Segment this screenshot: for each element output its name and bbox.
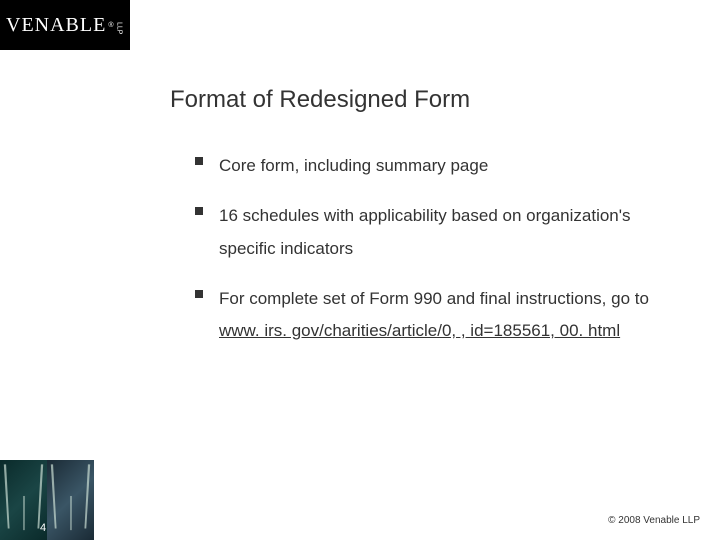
bullet-text: Core form, including summary page [219, 150, 488, 182]
list-item: 16 schedules with applicability based on… [195, 200, 680, 265]
logo-brand: VENABLE [6, 14, 106, 37]
slide-title: Format of Redesigned Form [170, 86, 470, 114]
bullet-icon [195, 157, 203, 165]
logo-bar: VENABLE ® LLP [0, 0, 130, 50]
footer-image [0, 460, 95, 540]
bullet-text: For complete set of Form 990 and final i… [219, 283, 680, 348]
bullet-link[interactable]: www. irs. gov/charities/article/0, , id=… [219, 321, 620, 340]
list-item: Core form, including summary page [195, 150, 680, 182]
copyright: © 2008 Venable LLP [608, 515, 700, 526]
bullet-text: 16 schedules with applicability based on… [219, 200, 680, 265]
page-number: 4 [40, 522, 46, 534]
bullet-icon [195, 207, 203, 215]
bullet-prefix: For complete set of Form 990 and final i… [219, 289, 649, 308]
bullet-list: Core form, including summary page 16 sch… [195, 150, 680, 365]
logo-registered: ® [108, 22, 113, 29]
bullet-icon [195, 290, 203, 298]
logo-suffix: LLP [116, 22, 123, 34]
list-item: For complete set of Form 990 and final i… [195, 283, 680, 348]
